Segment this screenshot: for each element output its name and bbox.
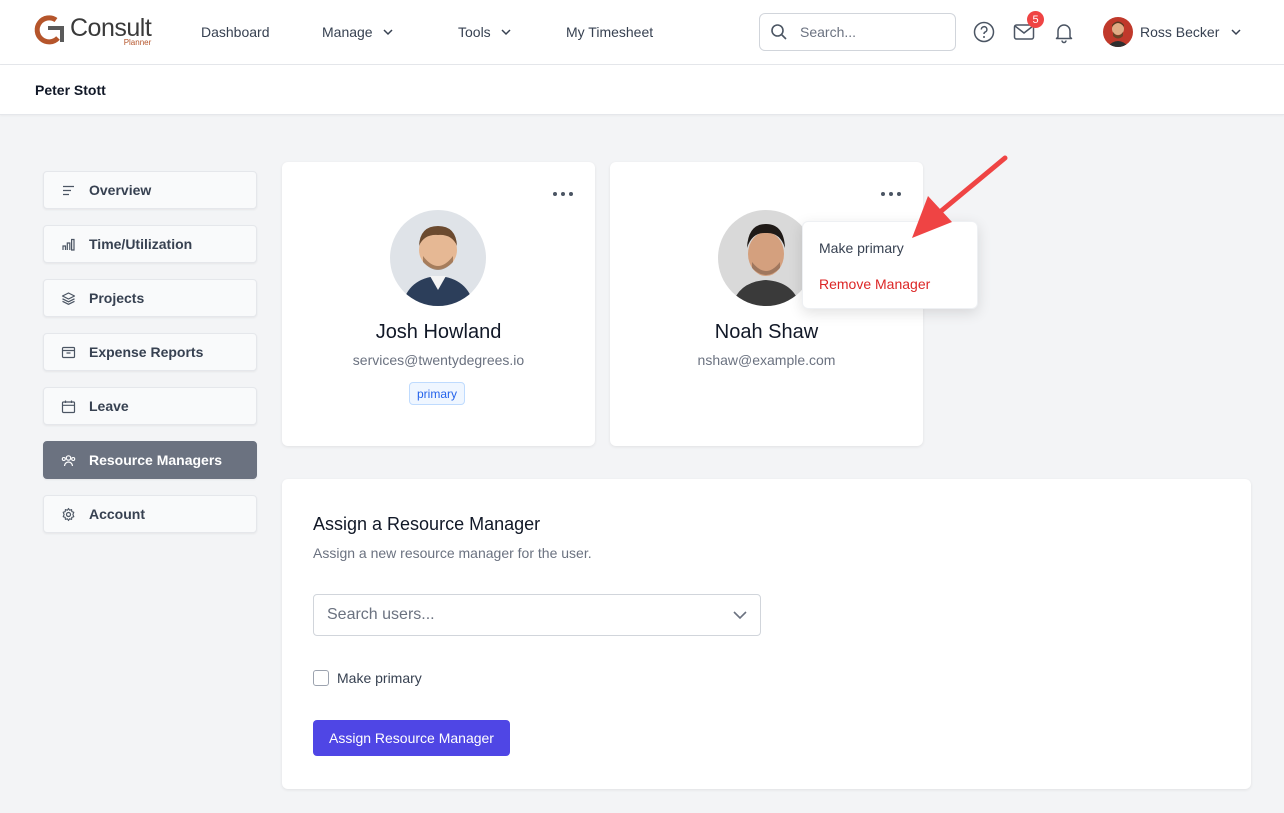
more-options-icon[interactable] [881, 192, 901, 196]
search-input[interactable]: Search... [759, 13, 956, 51]
manager-name: Josh Howland [375, 321, 502, 343]
calendar-icon [61, 400, 76, 413]
sidebar-item-leave[interactable]: Leave [43, 387, 257, 425]
assign-resource-manager-button[interactable]: Assign Resource Manager [313, 720, 510, 756]
logo-icon [34, 15, 64, 45]
mail-badge: 5 [1027, 11, 1044, 28]
nav-my-timesheet[interactable]: My Timesheet [566, 24, 653, 40]
user-menu[interactable]: Ross Becker [1103, 17, 1241, 47]
bell-icon[interactable] [1052, 20, 1076, 44]
gear-icon [62, 507, 75, 521]
sidebar-item-time-utilization[interactable]: Time/Utilization [43, 225, 257, 263]
users-icon [61, 454, 76, 466]
avatar [718, 210, 814, 306]
help-icon[interactable] [972, 20, 996, 44]
chevron-down-icon [733, 611, 747, 620]
select-placeholder: Search users... [327, 606, 435, 623]
make-primary-checkbox[interactable]: Make primary [313, 670, 422, 686]
chevron-down-icon [1231, 29, 1241, 36]
manager-card: Josh Howland services@twentydegrees.io p… [282, 162, 595, 446]
primary-badge: primary [409, 382, 466, 405]
user-name: Ross Becker [1140, 24, 1220, 40]
menu-item-remove-manager[interactable]: Remove Manager [819, 276, 930, 292]
checkbox-label: Make primary [337, 670, 422, 686]
nav-tools[interactable]: Tools [458, 24, 511, 40]
nav-dashboard[interactable]: Dashboard [201, 24, 270, 40]
assign-resource-manager-panel: Assign a Resource Manager Assign a new r… [282, 479, 1251, 789]
manager-email: nshaw@example.com [697, 352, 836, 368]
sidebar-item-resource-managers[interactable]: Resource Managers [43, 441, 257, 479]
archive-icon [61, 346, 76, 358]
page-header: Peter Stott [0, 65, 1284, 115]
search-placeholder: Search... [800, 24, 857, 40]
chevron-down-icon [501, 29, 511, 36]
manager-name: Noah Shaw [714, 321, 819, 343]
chevron-down-icon [383, 29, 393, 36]
search-users-select[interactable]: Search users... [313, 594, 761, 636]
panel-title: Assign a Resource Manager [313, 514, 541, 534]
annotation-arrow-icon [912, 155, 1008, 238]
lines-icon [63, 185, 74, 195]
app-logo[interactable]: Consult Planner [34, 14, 152, 48]
layers-icon [61, 291, 76, 305]
avatar [390, 210, 486, 306]
avatar [1103, 17, 1133, 47]
menu-item-make-primary[interactable]: Make primary [819, 240, 904, 256]
panel-description: Assign a new resource manager for the us… [313, 545, 592, 561]
sidebar-item-account[interactable]: Account [43, 495, 257, 533]
sidebar-item-expense-reports[interactable]: Expense Reports [43, 333, 257, 371]
logo-sub: Planner [123, 38, 152, 47]
nav-manage[interactable]: Manage [322, 24, 393, 40]
more-options-icon[interactable] [553, 192, 573, 196]
sidebar-item-overview[interactable]: Overview [43, 171, 257, 209]
sidebar-item-projects[interactable]: Projects [43, 279, 257, 317]
page-title: Peter Stott [35, 82, 106, 98]
top-navbar: Consult Planner Dashboard Manage Tools M… [0, 0, 1284, 65]
checkbox-box[interactable] [313, 670, 329, 686]
manager-email: services@twentydegrees.io [352, 352, 525, 368]
bar-chart-icon [62, 238, 75, 251]
search-icon [771, 24, 787, 40]
